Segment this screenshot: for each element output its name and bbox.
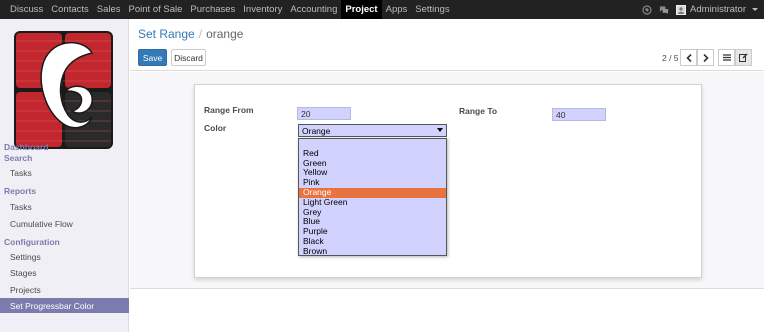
systray: Administrator — [642, 0, 758, 19]
color-option-light-green[interactable]: Light Green — [299, 197, 446, 208]
range-from-label: Range From — [204, 105, 254, 115]
breadcrumb-current: orange — [206, 27, 244, 41]
color-option-brown[interactable]: Brown — [299, 246, 446, 257]
sidebar-item-stages[interactable]: Stages — [0, 265, 129, 280]
form-footer-area — [130, 288, 764, 332]
color-option-grey[interactable]: Grey — [299, 207, 446, 218]
breadcrumb: Set Range / orange — [138, 27, 243, 41]
range-to-label: Range To — [459, 106, 498, 116]
color-label: Color — [204, 123, 227, 133]
company-logo — [14, 31, 113, 149]
sidebar-item-cumulative-flow[interactable]: Cumulative Flow — [0, 216, 129, 231]
top-navbar: Discuss Contacts Sales Point of Sale Pur… — [0, 0, 764, 19]
menu-point-of-sale[interactable]: Point of Sale — [125, 0, 187, 19]
menu-settings[interactable]: Settings — [411, 0, 453, 19]
chevron-right-icon — [702, 53, 709, 62]
form-view-button[interactable] — [735, 49, 752, 66]
sidebar: Dashboard Search Tasks Reports Tasks Cum… — [0, 19, 129, 332]
pager-value[interactable]: 2 / 5 — [662, 53, 679, 63]
control-panel: Set Range / orange Save Discard 2 / 5 — [130, 19, 764, 71]
color-dropdown-list: Red Green Yellow Pink Orange Light Green… — [298, 138, 447, 256]
breadcrumb-separator: / — [198, 27, 203, 41]
menu-discuss[interactable]: Discuss — [6, 0, 47, 19]
sidebar-item-projects[interactable]: Projects — [0, 282, 129, 297]
chevron-left-icon — [685, 53, 692, 62]
list-view-icon — [722, 54, 731, 61]
color-option-yellow[interactable]: Yellow — [299, 168, 446, 178]
user-name: Administrator — [690, 4, 746, 15]
color-option-empty[interactable] — [299, 139, 446, 149]
sidebar-item-settings[interactable]: Settings — [0, 249, 129, 264]
menu-contacts[interactable]: Contacts — [47, 0, 93, 19]
user-menu[interactable]: Administrator — [676, 4, 758, 15]
menu-inventory[interactable]: Inventory — [239, 0, 286, 19]
list-view-button[interactable] — [718, 49, 735, 66]
section-dashboard[interactable]: Dashboard — [4, 142, 48, 152]
app-menu: Discuss Contacts Sales Point of Sale Pur… — [6, 0, 454, 19]
menu-accounting[interactable]: Accounting — [286, 0, 341, 19]
dropdown-arrow-icon — [437, 128, 443, 132]
section-reports[interactable]: Reports — [4, 186, 36, 196]
discard-button[interactable]: Discard — [171, 49, 206, 66]
section-configuration[interactable]: Configuration — [4, 237, 60, 247]
menu-purchases[interactable]: Purchases — [186, 0, 239, 19]
color-select-value: Orange — [302, 125, 331, 136]
sidebar-item-progressbar-color[interactable]: Set Progressbar Color — [0, 298, 129, 313]
avatar — [676, 4, 687, 15]
range-from-input[interactable]: 20 — [297, 107, 351, 120]
sidebar-item-reports-tasks[interactable]: Tasks — [0, 199, 129, 214]
sidebar-item-tasks[interactable]: Tasks — [0, 165, 129, 180]
save-button[interactable]: Save — [138, 49, 167, 66]
range-to-input[interactable]: 40 — [552, 108, 606, 121]
menu-apps[interactable]: Apps — [382, 0, 412, 19]
color-select[interactable]: Orange — [298, 124, 447, 137]
form-sheet — [194, 84, 702, 278]
chevron-down-icon — [752, 8, 758, 11]
chat-icon[interactable] — [659, 5, 669, 15]
menu-sales[interactable]: Sales — [93, 0, 125, 19]
pager-previous-button[interactable] — [680, 49, 697, 66]
pager-next-button[interactable] — [697, 49, 714, 66]
section-search[interactable]: Search — [4, 153, 32, 163]
breadcrumb-parent[interactable]: Set Range — [138, 27, 195, 41]
form-view-icon — [739, 53, 748, 62]
globe-icon[interactable] — [642, 4, 652, 15]
menu-project[interactable]: Project — [341, 0, 382, 19]
